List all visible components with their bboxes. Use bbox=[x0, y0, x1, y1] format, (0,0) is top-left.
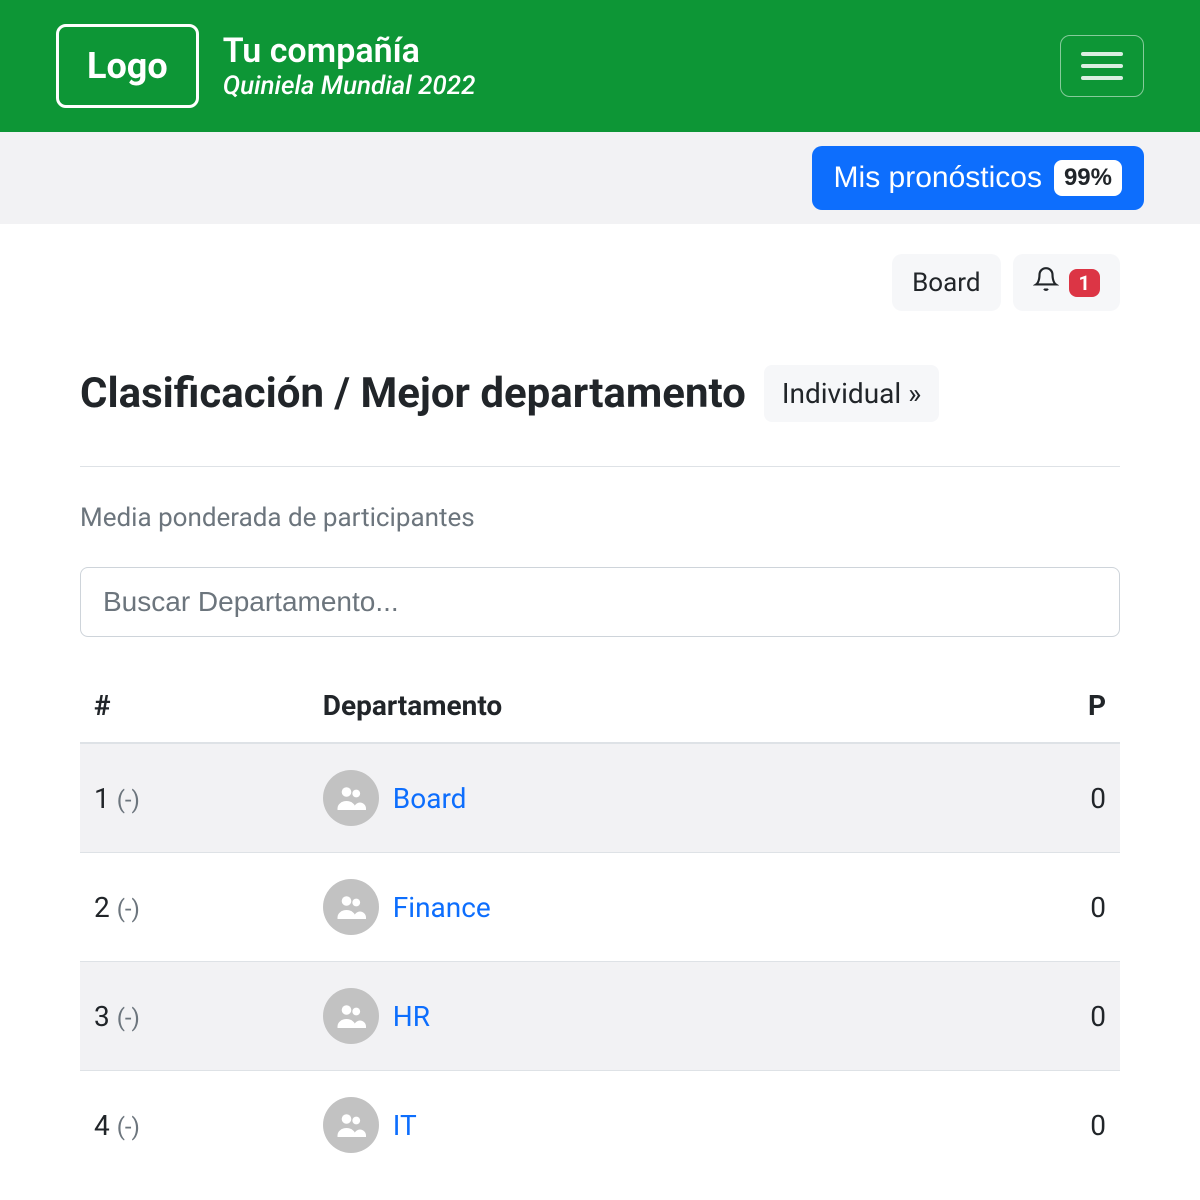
points-cell: 0 bbox=[912, 1071, 1120, 1180]
points-cell: 0 bbox=[912, 962, 1120, 1071]
main-content: Board 1 Clasificación / Mejor departamen… bbox=[0, 224, 1200, 1179]
group-icon bbox=[323, 1097, 379, 1153]
th-department: Departamento bbox=[309, 669, 912, 743]
table-row: 3 (-) HR 0 bbox=[80, 962, 1120, 1071]
rank-cell: 2 (-) bbox=[80, 853, 309, 962]
points-cell: 0 bbox=[912, 743, 1120, 853]
my-predictions-label: Mis pronósticos bbox=[834, 161, 1042, 195]
navbar-brand[interactable]: Logo Tu compañía Quiniela Mundial 2022 bbox=[56, 24, 475, 108]
board-chip-label: Board bbox=[912, 268, 980, 298]
brand-subtitle: Quiniela Mundial 2022 bbox=[223, 71, 476, 101]
board-chip[interactable]: Board bbox=[892, 254, 1000, 311]
department-cell: IT bbox=[309, 1071, 912, 1180]
rank-number: 1 bbox=[94, 782, 110, 815]
group-icon bbox=[323, 988, 379, 1044]
hamburger-icon bbox=[1081, 52, 1123, 56]
department-cell: Board bbox=[309, 743, 912, 853]
rank-number: 3 bbox=[94, 1000, 110, 1033]
search-input[interactable] bbox=[80, 567, 1120, 637]
my-predictions-button[interactable]: Mis pronósticos 99% bbox=[812, 146, 1144, 210]
rank-cell: 3 (-) bbox=[80, 962, 309, 1071]
table-row: 4 (-) IT 0 bbox=[80, 1071, 1120, 1180]
logo: Logo bbox=[56, 24, 199, 108]
my-predictions-badge: 99% bbox=[1054, 160, 1122, 196]
page-header: Clasificación / Mejor departamento Indiv… bbox=[80, 365, 1120, 467]
rank-number: 4 bbox=[94, 1109, 110, 1142]
notifications-badge: 1 bbox=[1069, 269, 1100, 297]
rank-number: 2 bbox=[94, 891, 110, 924]
department-cell: Finance bbox=[309, 853, 912, 962]
table-row: 2 (-) Finance 0 bbox=[80, 853, 1120, 962]
notifications-button[interactable]: 1 bbox=[1013, 254, 1120, 311]
brand-text: Tu compañía Quiniela Mundial 2022 bbox=[223, 31, 476, 102]
th-rank: # bbox=[80, 669, 309, 743]
ranking-table: # Departamento P 1 (-) Board 0 2 (-) Finance… bbox=[80, 669, 1120, 1179]
page-title: Clasificación / Mejor departamento bbox=[80, 369, 746, 418]
rank-delta: (-) bbox=[117, 1113, 140, 1141]
rank-delta: (-) bbox=[117, 895, 140, 923]
rank-delta: (-) bbox=[117, 786, 140, 814]
department-link[interactable]: IT bbox=[393, 1109, 417, 1142]
page-subtitle: Media ponderada de participantes bbox=[80, 503, 1120, 533]
department-link[interactable]: Finance bbox=[393, 891, 491, 924]
group-icon bbox=[323, 770, 379, 826]
department-link[interactable]: HR bbox=[393, 1000, 430, 1033]
individual-link[interactable]: Individual » bbox=[764, 365, 939, 422]
menu-toggle-button[interactable] bbox=[1060, 35, 1144, 97]
department-cell: HR bbox=[309, 962, 912, 1071]
group-icon bbox=[323, 879, 379, 935]
rank-cell: 1 (-) bbox=[80, 743, 309, 853]
secondary-bar: Mis pronósticos 99% bbox=[0, 132, 1200, 224]
department-link[interactable]: Board bbox=[393, 782, 467, 815]
rank-cell: 4 (-) bbox=[80, 1071, 309, 1180]
table-row: 1 (-) Board 0 bbox=[80, 743, 1120, 853]
bell-icon bbox=[1033, 266, 1059, 299]
th-points: P bbox=[912, 669, 1120, 743]
rank-delta: (-) bbox=[117, 1004, 140, 1032]
navbar: Logo Tu compañía Quiniela Mundial 2022 bbox=[0, 0, 1200, 132]
brand-title: Tu compañía bbox=[223, 31, 476, 72]
top-actions: Board 1 bbox=[80, 254, 1120, 311]
points-cell: 0 bbox=[912, 853, 1120, 962]
